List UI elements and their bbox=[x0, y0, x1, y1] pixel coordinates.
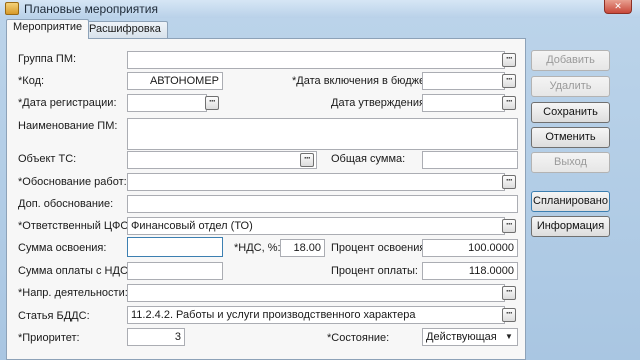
exit-button[interactable]: Выход bbox=[531, 152, 610, 173]
bdds-item-browse-button[interactable]: ··· bbox=[502, 308, 516, 322]
window-title: Плановые мероприятия bbox=[24, 2, 158, 16]
window: Плановые мероприятия ✕ Мероприятие Расши… bbox=[0, 0, 640, 360]
priority-field[interactable]: 3 bbox=[127, 328, 185, 346]
justification-field[interactable] bbox=[127, 173, 505, 191]
activity-direction-field[interactable] bbox=[127, 284, 505, 302]
budget-date-field[interactable] bbox=[422, 72, 505, 90]
chevron-down-icon[interactable]: ▼ bbox=[503, 330, 515, 344]
extra-justification-label: Доп. обоснование: bbox=[18, 198, 114, 210]
cancel-button[interactable]: Отменить bbox=[531, 127, 610, 148]
bdds-item-label: Статья БДДС: bbox=[18, 310, 90, 322]
vat-label: *НДС, %: bbox=[234, 242, 281, 254]
approve-date-picker-button[interactable]: ··· bbox=[502, 96, 516, 110]
tab-bar: Мероприятие Расшифровка bbox=[6, 19, 526, 39]
add-button[interactable]: Добавить bbox=[531, 50, 610, 71]
group-pm-label: Группа ПМ: bbox=[18, 53, 77, 65]
vat-field[interactable]: 18.00 bbox=[280, 239, 325, 257]
approve-date-label: Дата утверждения: bbox=[331, 97, 429, 109]
activity-direction-label: *Напр. деятельности: bbox=[18, 287, 128, 299]
code-field[interactable]: АВТОНОМЕР bbox=[127, 72, 223, 90]
object-ts-field[interactable] bbox=[127, 151, 317, 169]
state-label: *Состояние: bbox=[327, 332, 390, 344]
planned-button[interactable]: Спланировано bbox=[531, 191, 610, 212]
reg-date-label: *Дата регистрации: bbox=[18, 97, 117, 109]
state-select-value: Действующая bbox=[426, 331, 497, 343]
activity-direction-browse-button[interactable]: ··· bbox=[502, 286, 516, 300]
responsible-cfo-browse-button[interactable]: ··· bbox=[502, 219, 516, 233]
reg-date-picker-button[interactable]: ··· bbox=[205, 96, 219, 110]
app-icon bbox=[5, 2, 19, 15]
code-label: *Код: bbox=[18, 75, 45, 87]
payment-sum-field[interactable] bbox=[127, 262, 223, 280]
tab-breakdown[interactable]: Расшифровка bbox=[82, 21, 168, 38]
state-select[interactable]: Действующая ▼ bbox=[422, 328, 518, 346]
total-sum-label: Общая сумма: bbox=[331, 153, 406, 165]
group-pm-field[interactable] bbox=[127, 51, 505, 69]
justification-browse-button[interactable]: ··· bbox=[502, 175, 516, 189]
form-panel: Группа ПМ: ··· *Код: АВТОНОМЕР *Дата вкл… bbox=[6, 38, 526, 360]
development-sum-label: Сумма освоения: bbox=[18, 242, 107, 254]
group-pm-browse-button[interactable]: ··· bbox=[502, 53, 516, 67]
name-pm-field[interactable] bbox=[127, 118, 518, 150]
info-button[interactable]: Информация bbox=[531, 216, 610, 237]
justification-label: *Обоснование работ: bbox=[18, 176, 127, 188]
development-percent-field[interactable]: 100.0000 bbox=[422, 239, 518, 257]
reg-date-field[interactable] bbox=[127, 94, 207, 112]
budget-date-picker-button[interactable]: ··· bbox=[502, 74, 516, 88]
object-ts-browse-button[interactable]: ··· bbox=[300, 153, 314, 167]
name-pm-label: Наименование ПМ: bbox=[18, 120, 118, 132]
responsible-cfo-label: *Ответственный ЦФО: bbox=[18, 220, 133, 232]
payment-percent-label: Процент оплаты: bbox=[331, 265, 418, 277]
priority-label: *Приоритет: bbox=[18, 332, 80, 344]
total-sum-field[interactable] bbox=[422, 151, 518, 169]
tab-event[interactable]: Мероприятие bbox=[6, 19, 90, 39]
bdds-item-field[interactable]: 11.2.4.2. Работы и услуги производственн… bbox=[127, 306, 505, 324]
payment-sum-label: Сумма оплаты с НДС: bbox=[18, 265, 131, 277]
responsible-cfo-field[interactable]: Финансовый отдел (ТО) bbox=[127, 217, 505, 235]
object-ts-label: Объект ТС: bbox=[18, 153, 77, 165]
development-percent-label: Процент освоения: bbox=[331, 242, 429, 254]
development-sum-field[interactable] bbox=[127, 237, 223, 257]
approve-date-field[interactable] bbox=[422, 94, 505, 112]
close-button[interactable]: ✕ bbox=[604, 0, 632, 14]
payment-percent-field[interactable]: 118.0000 bbox=[422, 262, 518, 280]
title-bar: Плановые мероприятия ✕ bbox=[0, 0, 640, 18]
budget-date-label: *Дата включения в бюджет: bbox=[292, 75, 433, 87]
delete-button[interactable]: Удалить bbox=[531, 76, 610, 97]
save-button[interactable]: Сохранить bbox=[531, 102, 610, 123]
extra-justification-field[interactable] bbox=[127, 195, 518, 213]
